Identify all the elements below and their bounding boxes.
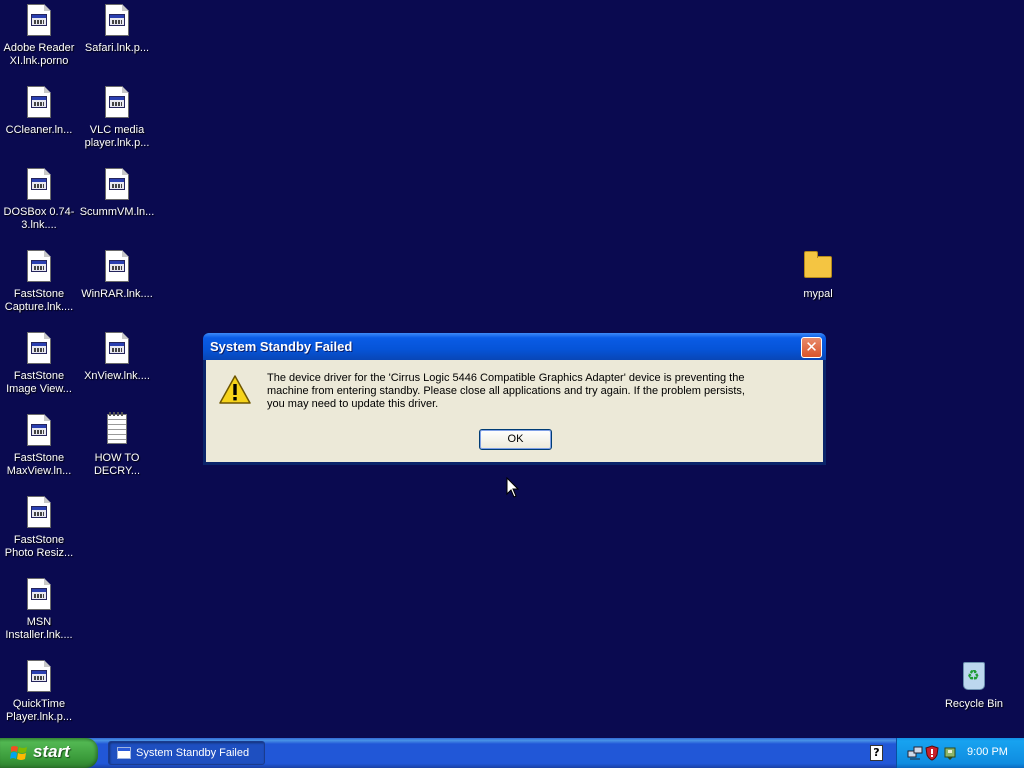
desktop-icon-recycle-bin[interactable]: ♻ Recycle Bin [935,660,1013,711]
shortcut-file-icon [23,496,55,528]
dialog-title-bar[interactable]: System Standby Failed ✕ [203,333,826,360]
shortcut-file-icon [23,414,55,446]
desktop-icon-label: VLC media player.lnk.p... [84,124,150,149]
desktop-icon-label: WinRAR.lnk.... [81,288,153,300]
desktop-icon-label: Recycle Bin [944,698,1004,710]
desktop-icon-label: HOW TO DECRY... [93,452,141,477]
help-icon[interactable]: ? [870,745,883,761]
shortcut-file-icon [101,332,133,364]
folder-icon [802,250,834,282]
dialog-message: The device driver for the 'Cirrus Logic … [267,372,745,410]
desktop-icon-label: FastStone Image View... [6,370,72,395]
desktop-icon-label: DOSBox 0.74-3.lnk.... [3,206,75,231]
taskbar-item-system-standby-failed[interactable]: System Standby Failed [108,741,265,765]
desktop-icon-mypal[interactable]: mypal [779,250,857,301]
network-icon[interactable] [907,745,923,761]
shortcut-file-icon [23,250,55,282]
dialog-body: The device driver for the 'Cirrus Logic … [206,360,823,462]
desktop[interactable]: Adobe Reader XI.lnk.porno Safari.lnk.p..… [0,0,1024,738]
window-icon [117,747,131,759]
shortcut-file-icon [23,4,55,36]
desktop-icon-scummvm[interactable]: ScummVM.ln... [78,168,156,219]
start-button[interactable]: start [0,738,98,768]
desktop-icon-label: FastStone Capture.lnk.... [4,288,74,313]
desktop-icon-winrar[interactable]: WinRAR.lnk.... [78,250,156,301]
ok-button[interactable]: OK [479,429,552,450]
mouse-pointer-icon [506,477,520,498]
desktop-icon-faststone-capture[interactable]: FastStone Capture.lnk.... [0,250,78,314]
taskbar-item-label: System Standby Failed [136,747,250,759]
shortcut-file-icon [23,168,55,200]
recycle-bin-icon: ♻ [958,660,990,692]
desktop-icon-vlc[interactable]: VLC media player.lnk.p... [78,86,156,150]
desktop-icon-how-to-decrypt[interactable]: HOW TO DECRY... [78,412,156,478]
system-tray: 9:00 PM [896,738,1024,768]
safely-remove-hardware-icon[interactable] [942,745,958,761]
standby-failed-dialog[interactable]: System Standby Failed ✕ The device drive… [203,333,826,465]
desktop-icon-label: FastStone MaxView.ln... [6,452,72,477]
desktop-icon-safari[interactable]: Safari.lnk.p... [78,4,156,55]
desktop-icon-label: QuickTime Player.lnk.p... [5,698,73,723]
shortcut-file-icon [23,578,55,610]
dialog-title: System Standby Failed [210,339,353,354]
desktop-icon-label: mypal [803,288,833,300]
text-document-icon [101,412,133,446]
shortcut-file-icon [101,86,133,118]
close-button[interactable]: ✕ [801,337,822,358]
desktop-icon-faststone-image-viewer[interactable]: FastStone Image View... [0,332,78,396]
shortcut-file-icon [101,250,133,282]
shortcut-file-icon [23,86,55,118]
desktop-icon-label: MSN Installer.lnk.... [5,616,73,641]
security-shield-icon[interactable] [924,745,940,761]
shortcut-file-icon [23,660,55,692]
desktop-icon-xnview[interactable]: XnView.lnk.... [78,332,156,383]
shortcut-file-icon [101,4,133,36]
desktop-icon-label: FastStone Photo Resiz... [4,534,74,559]
desktop-icon-adobe-reader[interactable]: Adobe Reader XI.lnk.porno [0,4,78,68]
desktop-icon-faststone-photo-resizer[interactable]: FastStone Photo Resiz... [0,496,78,560]
shortcut-file-icon [101,168,133,200]
taskbar: start System Standby Failed ? 9:00 PM [0,738,1024,768]
desktop-icon-label: Safari.lnk.p... [84,42,150,54]
desktop-icon-label: CCleaner.ln... [5,124,73,136]
desktop-icon-label: ScummVM.ln... [79,206,155,218]
desktop-icon-ccleaner[interactable]: CCleaner.ln... [0,86,78,137]
desktop-icon-label: XnView.lnk.... [84,370,150,382]
close-icon: ✕ [805,338,818,356]
start-label: start [33,742,70,761]
clock[interactable]: 9:00 PM [967,746,1008,758]
desktop-icon-msn-installer[interactable]: MSN Installer.lnk.... [0,578,78,642]
desktop-icon-quicktime[interactable]: QuickTime Player.lnk.p... [0,660,78,724]
windows-logo-icon [10,746,27,760]
desktop-icon-label: Adobe Reader XI.lnk.porno [3,42,75,67]
shortcut-file-icon [23,332,55,364]
desktop-icon-dosbox[interactable]: DOSBox 0.74-3.lnk.... [0,168,78,232]
warning-icon [219,375,251,404]
desktop-icon-faststone-maxview[interactable]: FastStone MaxView.ln... [0,414,78,478]
